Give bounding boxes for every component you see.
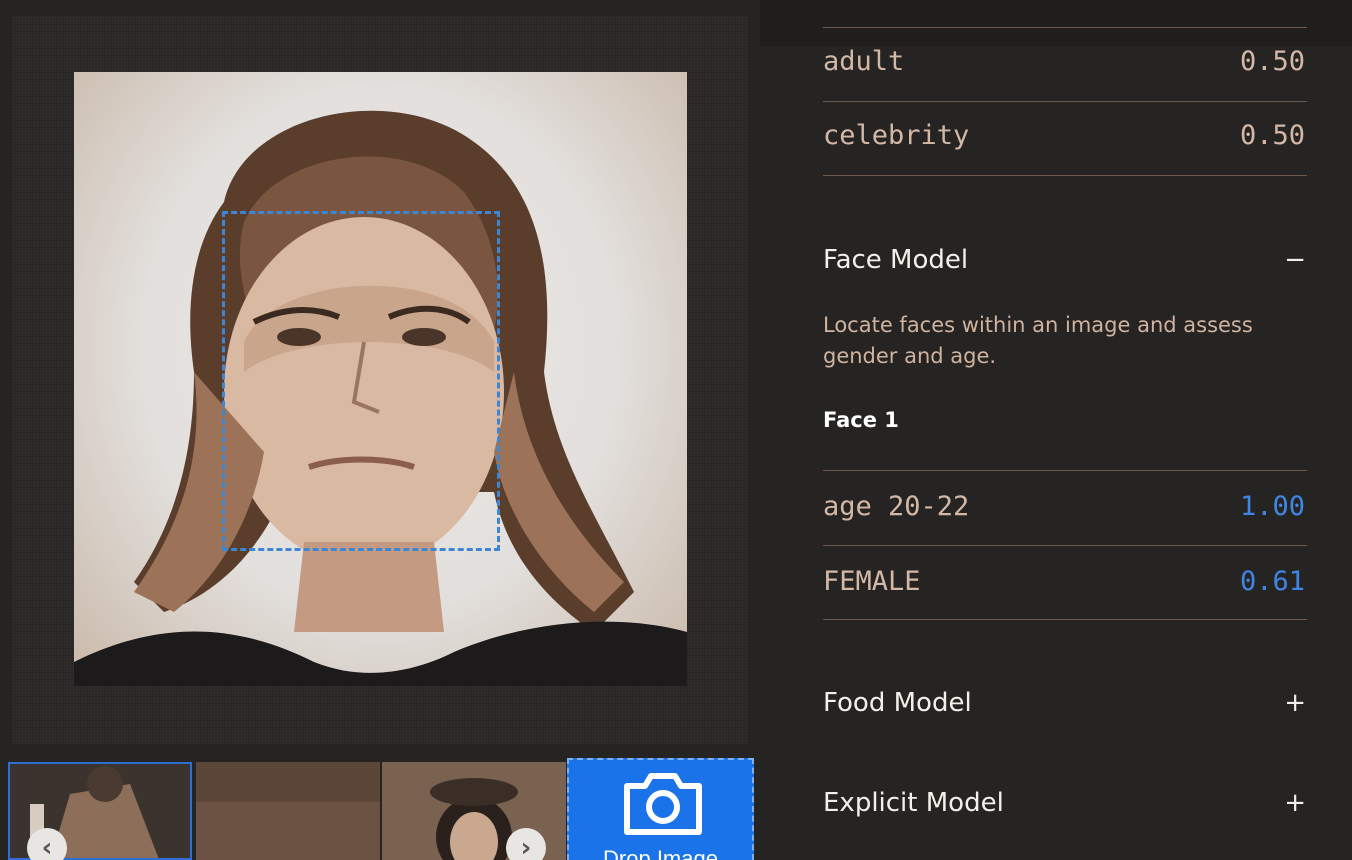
face-result-value: 0.61 (1239, 566, 1305, 597)
face-result-age: age 20-22 1.00 (823, 471, 1307, 546)
explicit-model-title[interactable]: Explicit Model (823, 788, 1004, 818)
score-row-celebrity: celebrity 0.50 (823, 102, 1307, 176)
chevron-left-icon[interactable]: ‹ (27, 828, 67, 860)
collapse-icon[interactable]: − (1284, 245, 1306, 275)
drop-image-zone[interactable]: Drop Image (567, 758, 754, 860)
thumbnail-2[interactable] (196, 762, 380, 860)
app-page: ‹ › Drop Image adult 0.50 celebrity 0.50… (0, 0, 1352, 860)
score-value: 0.50 (1239, 120, 1305, 151)
expand-icon[interactable]: + (1284, 788, 1306, 818)
chevron-right-icon[interactable]: › (506, 828, 546, 860)
face-result-gender: FEMALE 0.61 (823, 546, 1307, 620)
food-model-title[interactable]: Food Model (823, 688, 972, 718)
camera-icon (624, 773, 702, 835)
results-panel: adult 0.50 celebrity 0.50 Face Model − L… (760, 0, 1352, 860)
face-result-label: FEMALE (823, 566, 921, 597)
face-result-value: 1.00 (1239, 491, 1305, 522)
drop-image-label: Drop Image (603, 846, 718, 860)
score-row-adult: adult 0.50 (823, 28, 1307, 102)
score-value: 0.50 (1239, 46, 1305, 77)
expand-icon[interactable]: + (1284, 688, 1306, 718)
face-model-title[interactable]: Face Model (823, 245, 968, 275)
score-label: adult (823, 46, 905, 77)
face-model-description: Locate faces within an image and assess … (823, 313, 1253, 368)
face-result-label: age 20-22 (823, 491, 970, 522)
face-bounding-box (222, 211, 500, 551)
face-1-label: Face 1 (823, 408, 899, 432)
score-label: celebrity (823, 120, 970, 151)
